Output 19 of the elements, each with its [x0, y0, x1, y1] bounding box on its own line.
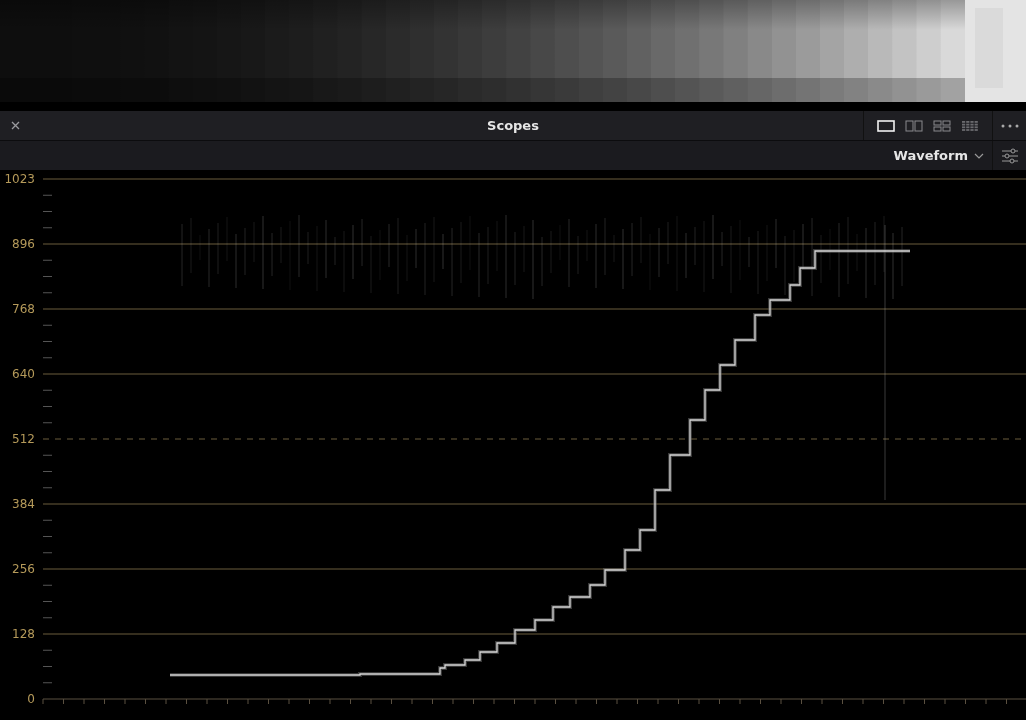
- axis-label: 1023: [4, 172, 35, 186]
- axis-label: 768: [12, 302, 35, 316]
- sliders-icon: [1000, 147, 1019, 164]
- split-view-icon: [905, 119, 923, 132]
- single-view-icon: [877, 119, 895, 132]
- axis-label: 256: [12, 562, 35, 576]
- more-icon: [1000, 123, 1019, 128]
- panel-title: Scopes: [487, 118, 539, 133]
- axis-label: 640: [12, 367, 35, 381]
- axis-label: 512: [12, 432, 35, 446]
- quad-view-icon: [933, 119, 951, 132]
- axis-label: 384: [12, 497, 35, 511]
- scope-type-dropdown[interactable]: Waveform: [885, 148, 992, 163]
- chevron-down-icon: [974, 152, 984, 159]
- axis-label: 0: [27, 692, 35, 706]
- axis-label: 896: [12, 237, 35, 251]
- grid-view-icon: [961, 119, 979, 132]
- axis-label: 128: [12, 627, 35, 641]
- close-icon[interactable]: [10, 121, 20, 130]
